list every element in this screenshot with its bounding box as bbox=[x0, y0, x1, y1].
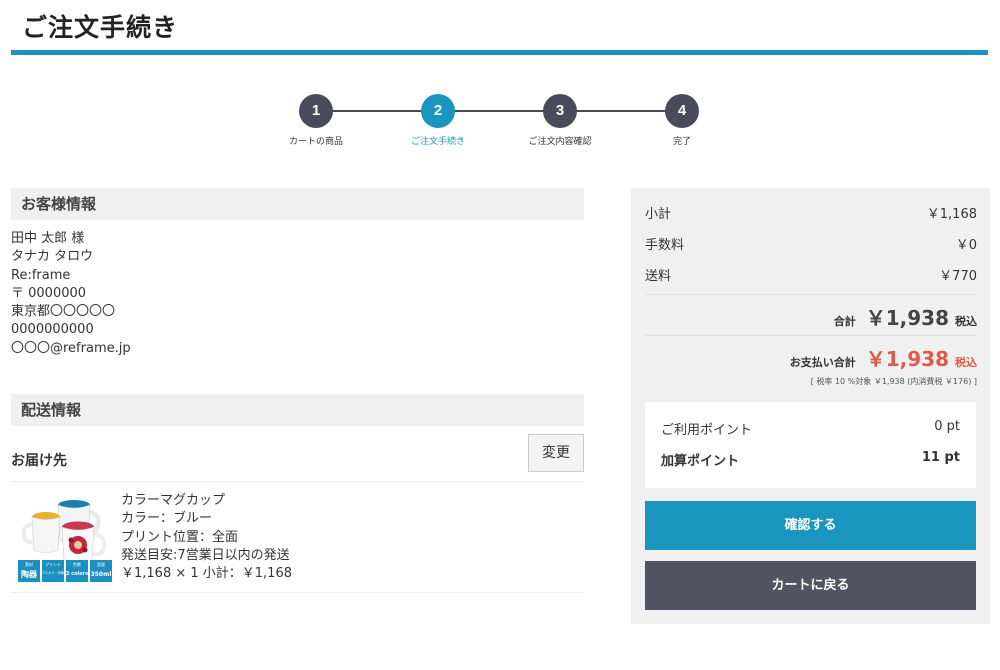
points-added-value: 11 pt bbox=[921, 450, 960, 465]
fee-label: 手数料 bbox=[645, 238, 685, 253]
product-details: カラーマグカップ カラー：ブルー プリント位置：全面 発送目安:7営業日以内の発… bbox=[121, 492, 292, 583]
badge-colors-main: 3 colors bbox=[66, 571, 88, 577]
step-confirm: 3 ご注文内容確認 bbox=[500, 94, 620, 147]
subtotal-value: ￥1,168 bbox=[926, 207, 977, 222]
tax-note: [ 税率 10 %対象 ￥1,938 (内消費税 ￥176) ] bbox=[810, 377, 977, 386]
step-complete: 4 完了 bbox=[622, 94, 742, 147]
total-label: 合計 bbox=[833, 315, 856, 328]
product-image: 素材 陶器 プリント フルカラー印刷 色数 3 colors 容量 350ml bbox=[16, 494, 114, 584]
badge-capacity-main: 350ml bbox=[91, 571, 112, 578]
delivery-info-heading: 配送情報 bbox=[11, 394, 584, 426]
customer-info-heading: お客様情報 bbox=[11, 188, 584, 220]
step-procedure: 2 ご注文手続き bbox=[378, 94, 498, 147]
title-underline bbox=[11, 50, 988, 55]
badge-print-main: フルカラー印刷 bbox=[42, 570, 66, 575]
badge-capacity-top: 容量 bbox=[97, 561, 105, 567]
product-price-line: ￥1,168 × 1 小計：￥1,168 bbox=[121, 566, 292, 582]
fee-value: ￥0 bbox=[955, 238, 977, 253]
destination-label: お届け先 bbox=[11, 453, 67, 469]
shipping-value: ￥770 bbox=[939, 269, 977, 284]
step-number: 3 bbox=[543, 94, 577, 128]
divider bbox=[11, 592, 584, 593]
total-value: ￥1,938 bbox=[865, 306, 949, 330]
total-row: 合計 ￥1,938 税込 bbox=[834, 302, 977, 331]
change-button[interactable]: 変更 bbox=[528, 434, 584, 472]
customer-info: 田中 太郎 様 タナカ タロウ Re:frame 〒 0000000 東京都〇〇… bbox=[11, 230, 131, 358]
points-used-value: 0 pt bbox=[934, 419, 960, 434]
back-to-cart-button[interactable]: カートに戻る bbox=[645, 561, 976, 610]
customer-email: 〇〇〇@reframe.jp bbox=[11, 340, 131, 356]
total-tax-label: 税込 bbox=[955, 315, 977, 328]
step-number: 4 bbox=[665, 94, 699, 128]
badge-material-top: 素材 bbox=[25, 561, 33, 567]
step-label: 完了 bbox=[672, 137, 691, 147]
customer-company: Re:frame bbox=[11, 267, 71, 283]
points-used-label: ご利用ポイント bbox=[661, 423, 753, 438]
mug-illustration: 素材 陶器 プリント フルカラー印刷 色数 3 colors 容量 350ml bbox=[18, 500, 112, 582]
divider bbox=[645, 294, 977, 295]
divider bbox=[11, 481, 584, 482]
customer-address: 東京都〇〇〇〇〇 bbox=[11, 304, 116, 320]
step-number: 2 bbox=[421, 94, 455, 128]
points-added-label: 加算ポイント bbox=[661, 454, 740, 469]
step-label: カートの商品 bbox=[288, 137, 343, 147]
step-cart: 1 カートの商品 bbox=[256, 94, 376, 147]
payment-total-value: ￥1,938 bbox=[865, 347, 949, 371]
order-summary: 小計 ￥1,168 手数料 ￥0 送料 ￥770 合計 ￥1,938 税込 お支払い… bbox=[631, 188, 990, 624]
payment-tax-label: 税込 bbox=[955, 356, 977, 369]
subtotal-label: 小計 bbox=[645, 207, 672, 222]
badge-print-top: プリント bbox=[45, 561, 61, 567]
step-label: ご注文手続き bbox=[410, 137, 465, 147]
points-box: ご利用ポイント 0 pt 加算ポイント 11 pt bbox=[645, 402, 976, 488]
page-title: ご注文手続き bbox=[22, 13, 179, 42]
customer-postal: 〒 0000000 bbox=[11, 285, 87, 301]
customer-phone: 0000000000 bbox=[11, 322, 94, 338]
product-ship-estimate: 発送目安:7営業日以内の発送 bbox=[121, 547, 290, 563]
product-color: カラー：ブルー bbox=[121, 511, 213, 527]
divider bbox=[645, 335, 977, 336]
product-name: カラーマグカップ bbox=[121, 493, 226, 508]
payment-total-label: お支払い合計 bbox=[789, 356, 856, 369]
product-print-position: プリント位置：全面 bbox=[121, 529, 239, 545]
shipping-label: 送料 bbox=[645, 269, 672, 284]
step-label: ご注文内容確認 bbox=[528, 137, 592, 147]
customer-kana: タナカ タロウ bbox=[11, 249, 94, 265]
step-number: 1 bbox=[299, 94, 333, 128]
confirm-button[interactable]: 確認する bbox=[645, 501, 976, 550]
badge-material-main: 陶器 bbox=[21, 569, 38, 579]
badge-colors-top: 色数 bbox=[73, 561, 81, 567]
payment-total-row: お支払い合計 ￥1,938 税込 bbox=[790, 343, 977, 372]
customer-name: 田中 太郎 様 bbox=[11, 231, 85, 246]
checkout-stepper: 1 カートの商品 2 ご注文手続き 3 ご注文内容確認 4 完了 bbox=[260, 94, 740, 154]
